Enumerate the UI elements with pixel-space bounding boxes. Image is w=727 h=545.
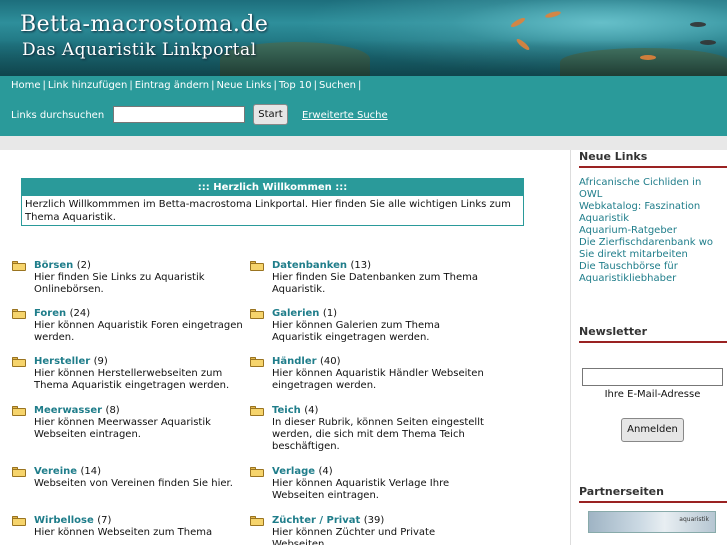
category-description: Hier können Galerien zum Thema Aquaristi…	[272, 320, 440, 343]
new-link-item[interactable]: Webkatalog: Faszination Aquaristik	[579, 201, 726, 225]
category-link[interactable]: Hersteller	[34, 356, 90, 367]
category-description: Hier können Aquaristik Händler Webseiten…	[272, 368, 484, 391]
folder-icon	[250, 357, 264, 367]
nav-link-hinzufuegen[interactable]: Link hinzufügen	[48, 80, 127, 91]
welcome-title: ::: Herzlich Willkommen :::	[22, 179, 523, 196]
advanced-search-link[interactable]: Erweiterte Suche	[302, 110, 388, 121]
nav-separator: |	[273, 80, 277, 91]
site-banner: Betta-macrostoma.de Das Aquaristik Linkp…	[0, 0, 727, 76]
newsletter-email-input[interactable]	[582, 368, 723, 386]
category-description: Hier können Herstellerwebseiten zum Them…	[34, 368, 230, 391]
newsletter-subscribe-button[interactable]: Anmelden	[621, 418, 684, 442]
category-link[interactable]: Vereine	[34, 466, 77, 477]
category-description: Hier finden Sie Links zu Aquaristik Onli…	[34, 272, 205, 295]
search-bar: Links durchsuchen Start Erweiterte Suche	[0, 96, 727, 136]
new-link-item[interactable]: Die Tauschbörse für Aquaristikliebhaber	[579, 261, 726, 285]
category-description: Webseiten von Vereinen finden Sie hier.	[34, 478, 233, 489]
category-link[interactable]: Foren	[34, 308, 66, 319]
banner-fish-image	[690, 22, 706, 27]
category-count: (8)	[105, 405, 120, 416]
new-links-title: Neue Links	[579, 150, 727, 168]
category-description: Hier können Aquaristik Verlage Ihre Webs…	[272, 478, 450, 501]
category-count: (7)	[97, 515, 112, 526]
search-label: Links durchsuchen	[11, 110, 105, 121]
category-count: (2)	[76, 260, 91, 271]
nav-suchen[interactable]: Suchen	[319, 80, 356, 91]
search-start-button[interactable]: Start	[253, 104, 288, 125]
partner-banner-text: aquaristik	[679, 516, 709, 523]
category-count: (40)	[320, 356, 341, 367]
category-link[interactable]: Teich	[272, 405, 301, 416]
nav-separator: |	[42, 80, 46, 91]
nav-top-10[interactable]: Top 10	[279, 80, 312, 91]
category-description: Hier finden Sie Datenbanken zum Thema Aq…	[272, 272, 478, 295]
folder-icon	[12, 516, 26, 526]
folder-icon	[12, 309, 26, 319]
category-link[interactable]: Meerwasser	[34, 405, 102, 416]
category-link[interactable]: Wirbellose	[34, 515, 94, 526]
category-description: In dieser Rubrik, können Seiten eingeste…	[272, 417, 484, 452]
folder-icon	[12, 467, 26, 477]
nav-eintrag-aendern[interactable]: Eintrag ändern	[135, 80, 209, 91]
category-description: Hier können Meerwasser Aquaristik Websei…	[34, 417, 211, 440]
site-subtitle: Das Aquaristik Linkportal	[22, 40, 257, 60]
category-link[interactable]: Galerien	[272, 308, 319, 319]
partner-banner-image[interactable]: aquaristik	[588, 511, 716, 533]
category-link[interactable]: Verlage	[272, 466, 315, 477]
nav-neue-links[interactable]: Neue Links	[216, 80, 271, 91]
new-link-item[interactable]: Aquarium-Ratgeber	[579, 225, 726, 237]
search-input[interactable]	[113, 106, 245, 123]
category-description: Hier können Aquaristik Foren eingetragen…	[34, 320, 243, 343]
nav-home[interactable]: Home	[11, 80, 41, 91]
category-count: (39)	[363, 515, 385, 526]
category-count: (14)	[80, 466, 102, 477]
category-link[interactable]: Datenbanken	[272, 260, 347, 271]
partner-title: Partnerseiten	[579, 485, 727, 503]
folder-icon	[12, 406, 26, 416]
new-link-item[interactable]: Die Zierfischdarenbank wo Sie direkt mit…	[579, 237, 726, 261]
category-count: (24)	[69, 308, 91, 319]
main-nav: Home | Link hinzufügen | Eintrag ändern | Neue…	[0, 76, 727, 96]
welcome-box: ::: Herzlich Willkommen ::: Herzlich Wil…	[21, 178, 524, 226]
banner-reef-rock	[560, 48, 727, 76]
folder-icon	[250, 261, 264, 271]
category-count: (4)	[318, 466, 333, 477]
category-count: (1)	[322, 308, 338, 319]
site-title[interactable]: Betta-macrostoma.de	[20, 12, 268, 37]
category-link[interactable]: Züchter / Privat	[272, 515, 360, 526]
nav-separator: |	[129, 80, 133, 91]
folder-icon	[250, 516, 264, 526]
folder-icon	[250, 406, 264, 416]
newsletter-title: Newsletter	[579, 325, 727, 343]
category-description: Hier können Webseiten zum Thema	[34, 527, 213, 538]
folder-icon	[250, 309, 264, 319]
folder-icon	[250, 467, 264, 477]
newsletter-email-label: Ihre E-Mail-Adresse	[604, 389, 701, 400]
nav-separator: |	[357, 80, 362, 91]
banner-fish-image	[700, 40, 716, 45]
new-link-item[interactable]: Africanische Cichliden in OWL	[579, 177, 726, 201]
header-divider	[0, 136, 727, 150]
folder-icon	[12, 357, 26, 367]
new-links-list: Africanische Cichliden in OWL Webkatalog…	[579, 177, 726, 285]
banner-fish-image	[640, 55, 656, 60]
category-description: Hier können Züchter und Private Webseite…	[272, 527, 436, 545]
right-sidebar: Neue Links Africanische Cichliden in OWL…	[570, 150, 727, 545]
category-count: (13)	[350, 260, 372, 271]
nav-separator: |	[313, 80, 317, 91]
folder-icon	[12, 261, 26, 271]
welcome-text: Herzlich Willkommmen im Betta-macrostoma…	[25, 199, 511, 223]
category-link[interactable]: Händler	[272, 356, 317, 367]
category-link[interactable]: Börsen	[34, 260, 73, 271]
category-count: (4)	[304, 405, 319, 416]
category-count: (9)	[93, 356, 108, 367]
